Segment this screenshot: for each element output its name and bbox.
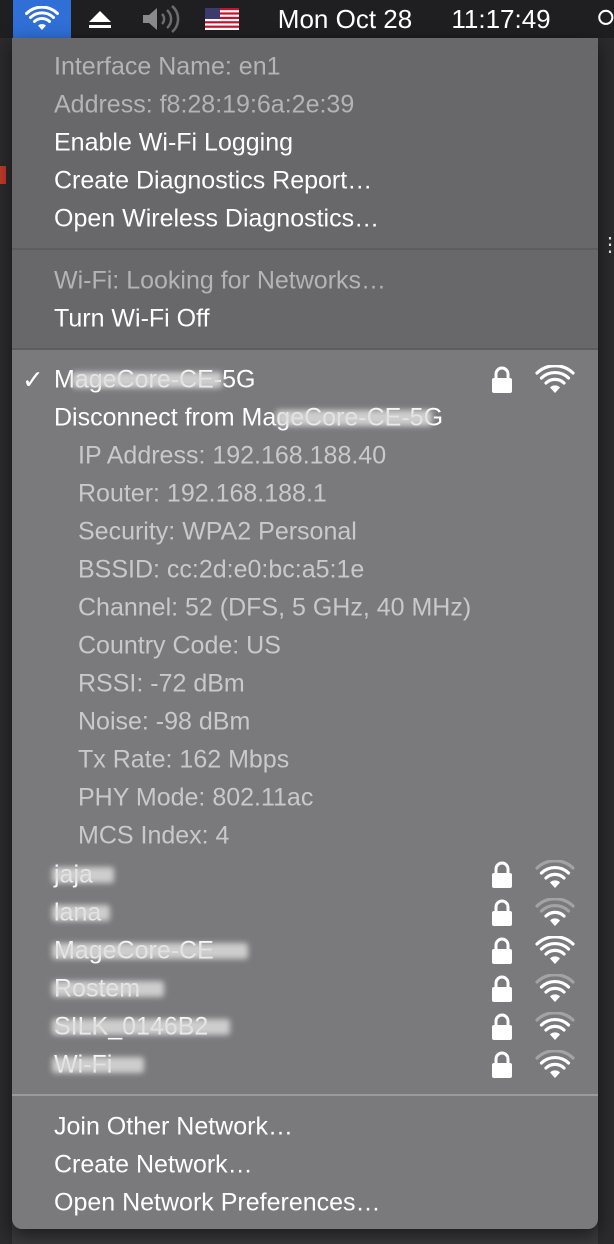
wifi-signal-icon [535,1012,575,1040]
lock-icon [492,861,512,888]
detail-tx-rate: Tx Rate: 162 Mbps [12,741,598,779]
menu-item-label: Create Network… [54,1150,253,1179]
detail-mcs-index: MCS Index: 4 [12,817,598,855]
create-diagnostics-report-item[interactable]: Create Diagnostics Report… [12,162,598,200]
wifi-status-label: Wi-Fi: Looking for Networks… [54,266,387,295]
detail-country-code: Country Code: US [12,627,598,665]
menu-item-label: Turn Wi-Fi Off [54,304,210,333]
redaction-blur [52,1057,144,1073]
connected-network-item[interactable]: ✓ MageCore-CE-5G [12,361,598,399]
create-network-item[interactable]: Create Network… [12,1146,598,1184]
redaction-blur [52,905,110,921]
lock-icon [492,975,512,1002]
menu-item-label: Open Network Preferences… [54,1188,381,1217]
background-window-right [598,38,614,1244]
detail-label: PHY Mode: 802.11ac [78,783,314,812]
redaction-blur [52,943,248,959]
menu-item-label: Enable Wi-Fi Logging [54,128,294,157]
volume-menu-extra[interactable] [138,0,186,38]
interface-name-row: Interface Name: en1 [12,48,598,86]
menu-separator [12,348,598,350]
spotlight-menu-extra[interactable] [596,0,614,38]
disconnect-item[interactable]: Disconnect from MageCore-CE-5G [12,399,598,437]
input-source-menu-extra[interactable] [204,0,240,38]
network-list-item[interactable]: Rostem [12,970,598,1008]
redaction-blur [52,981,164,997]
enable-wifi-logging-item[interactable]: Enable Wi-Fi Logging [12,124,598,162]
redaction-blur [276,410,432,426]
background-red-mark [0,166,6,184]
speaker-muted-icon [143,5,180,33]
detail-label: Security: WPA2 Personal [78,517,357,546]
wifi-signal-icon [535,898,575,926]
clock-time[interactable]: 11:17:49 [438,0,564,38]
open-wireless-diagnostics-item[interactable]: Open Wireless Diagnostics… [12,200,598,238]
detail-rssi: RSSI: -72 dBm [12,665,598,703]
background-window-left [0,38,12,1244]
detail-label: RSSI: -72 dBm [78,669,245,698]
redaction-blur [52,867,114,883]
detail-bssid: BSSID: cc:2d:e0:bc:a5:1e [12,551,598,589]
wifi-signal-icon [535,974,575,1002]
us-flag-icon [205,8,239,30]
open-network-preferences-item[interactable]: Open Network Preferences… [12,1184,598,1222]
network-list-item[interactable]: Wi-Fi [12,1046,598,1084]
wifi-dropdown-menu: Interface Name: en1 Address: f8:28:19:6a… [12,38,598,1229]
network-list-item[interactable]: SILK_0146B2 [12,1008,598,1046]
redaction-blur [52,1019,230,1035]
lock-icon [492,937,512,964]
lock-icon [492,899,512,926]
lock-icon [492,366,512,393]
detail-label: BSSID: cc:2d:e0:bc:a5:1e [78,555,365,584]
detail-label: Router: 192.168.188.1 [78,479,327,508]
join-other-network-item[interactable]: Join Other Network… [12,1108,598,1146]
search-icon [598,9,614,25]
network-list-item[interactable]: MageCore-CE [12,932,598,970]
network-list-item[interactable]: jaja [12,856,598,894]
turn-wifi-off-item[interactable]: Turn Wi-Fi Off [12,300,598,338]
interface-name-label: Interface Name: en1 [54,52,281,81]
detail-channel: Channel: 52 (DFS, 5 GHz, 40 MHz) [12,589,598,627]
mac-address-label: Address: f8:28:19:6a:2e:39 [54,90,355,119]
detail-label: MCS Index: 4 [78,821,230,850]
wifi-signal-icon [535,365,575,393]
wifi-signal-icon [535,936,575,964]
wifi-signal-icon [535,860,575,888]
clock-date[interactable]: Mon Oct 28 [266,0,424,38]
wifi-signal-icon [535,1050,575,1078]
menu-bar: Mon Oct 28 11:17:49 [0,0,614,38]
wifi-menu-extra[interactable] [13,0,71,38]
menu-item-label: Join Other Network… [54,1112,293,1141]
detail-label: Noise: -98 dBm [78,707,251,736]
lock-icon [492,1051,512,1078]
detail-phy-mode: PHY Mode: 802.11ac [12,779,598,817]
menu-separator [12,248,598,250]
checkmark-icon: ✓ [22,364,44,395]
detail-label: Country Code: US [78,631,281,660]
eject-menu-extra[interactable] [84,0,116,38]
network-list-item[interactable]: lana [12,894,598,932]
background-glyph: ⋮ [600,234,614,256]
menu-separator [12,1094,598,1096]
wifi-icon [25,6,59,30]
redaction-blur [72,372,222,388]
detail-noise: Noise: -98 dBm [12,703,598,741]
detail-label: Tx Rate: 162 Mbps [78,745,290,774]
menu-item-label: Create Diagnostics Report… [54,166,373,195]
wifi-status-row: Wi-Fi: Looking for Networks… [12,262,598,300]
detail-label: Channel: 52 (DFS, 5 GHz, 40 MHz) [78,593,472,622]
menu-item-label: Open Wireless Diagnostics… [54,204,380,233]
detail-security: Security: WPA2 Personal [12,513,598,551]
detail-ip-address: IP Address: 192.168.188.40 [12,437,598,475]
eject-icon [89,11,111,28]
detail-router: Router: 192.168.188.1 [12,475,598,513]
detail-label: IP Address: 192.168.188.40 [78,441,387,470]
address-row: Address: f8:28:19:6a:2e:39 [12,86,598,124]
lock-icon [492,1013,512,1040]
